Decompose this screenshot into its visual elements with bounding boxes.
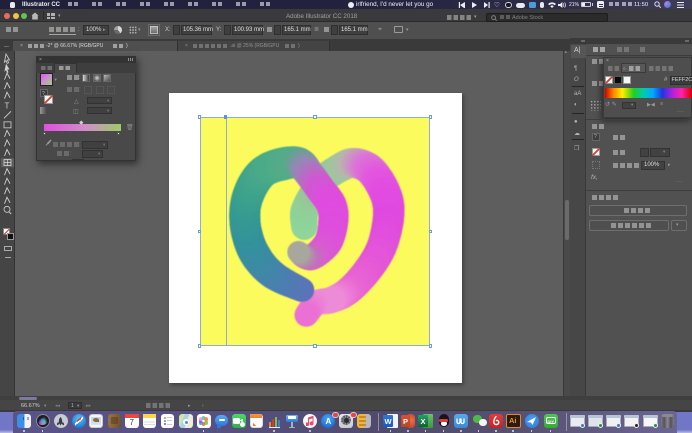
svg-text:T: T: [5, 101, 10, 110]
